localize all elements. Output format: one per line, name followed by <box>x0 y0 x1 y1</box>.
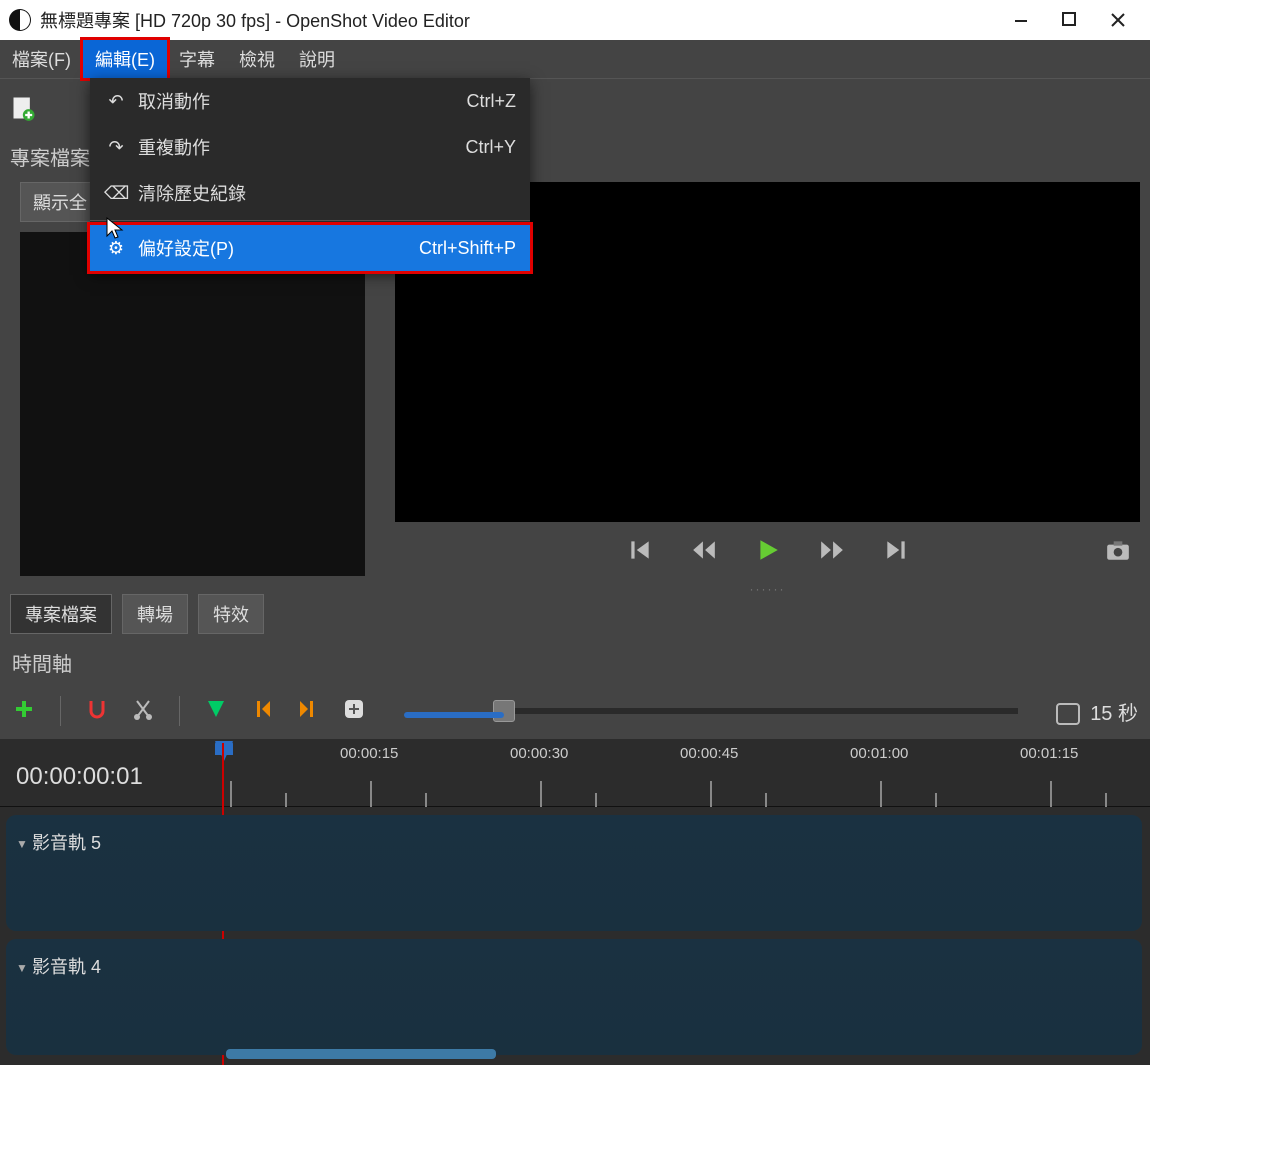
menu-edit[interactable]: 編輯(E) <box>83 40 167 78</box>
app-window: 無標題專案 [HD 720p 30 fps] - OpenShot Video … <box>0 0 1150 1050</box>
timeline-title: 時間軸 <box>0 642 1150 683</box>
menu-subtitles[interactable]: 字幕 <box>167 40 227 78</box>
window-title: 無標題專案 [HD 720p 30 fps] - OpenShot Video … <box>40 7 998 33</box>
ruler-label: 00:00:30 <box>510 745 568 762</box>
gear-icon: ⚙ <box>104 238 128 259</box>
menu-help[interactable]: 說明 <box>287 40 347 78</box>
menu-item-undo[interactable]: ↶ 取消動作 Ctrl+Z <box>90 78 530 124</box>
menu-item-clear-history[interactable]: ⌫ 清除歷史紀錄 <box>90 170 530 216</box>
center-playhead-button[interactable] <box>342 697 366 726</box>
mouse-cursor-icon <box>105 216 125 240</box>
play-button[interactable] <box>754 537 782 568</box>
razor-button[interactable] <box>131 697 155 726</box>
timeline[interactable]: 00:00:00:01 00:00:15 00:00:30 00:00:45 0… <box>0 739 1150 1065</box>
edit-dropdown-menu: ↶ 取消動作 Ctrl+Z ↷ 重複動作 Ctrl+Y ⌫ 清除歷史紀錄 ⚙ 偏… <box>90 78 530 271</box>
close-button[interactable] <box>1094 0 1142 40</box>
skip-end-button[interactable] <box>882 537 910 568</box>
menu-bar: 檔案(F) 編輯(E) 字幕 檢視 說明 <box>0 40 1150 78</box>
menu-item-redo[interactable]: ↷ 重複動作 Ctrl+Y <box>90 124 530 170</box>
fast-forward-button[interactable] <box>818 537 846 568</box>
panel-drag-handle[interactable]: ······ <box>385 582 1150 600</box>
new-project-icon[interactable] <box>10 94 38 122</box>
ruler-label: 00:00:45 <box>680 745 738 762</box>
tab-effects[interactable]: 特效 <box>198 594 264 634</box>
timeline-clip[interactable] <box>226 1049 496 1059</box>
tab-project-files[interactable]: 專案檔案 <box>10 594 112 634</box>
show-all-button[interactable]: 顯示全 <box>20 182 100 222</box>
chevron-down-icon[interactable]: ▼ <box>16 961 28 975</box>
ruler-label: 00:01:15 <box>1020 745 1078 762</box>
track-4[interactable]: ▼ 影音軌 4 <box>6 939 1142 1055</box>
clear-icon: ⌫ <box>104 183 128 204</box>
track-label: 影音軌 4 <box>32 953 101 979</box>
ruler-label: 00:00:15 <box>340 745 398 762</box>
rewind-button[interactable] <box>690 537 718 568</box>
add-track-button[interactable] <box>12 697 36 726</box>
playback-controls <box>385 522 1150 582</box>
track-5[interactable]: ▼ 影音軌 5 <box>6 815 1142 931</box>
redo-icon: ↷ <box>104 137 128 158</box>
skip-start-button[interactable] <box>626 537 654 568</box>
next-marker-button[interactable] <box>296 697 320 726</box>
track-label: 影音軌 5 <box>32 829 101 855</box>
timeline-ruler[interactable]: 00:00:00:01 00:00:15 00:00:30 00:00:45 0… <box>0 739 1150 807</box>
marker-button[interactable] <box>204 697 228 726</box>
prev-marker-button[interactable] <box>250 697 274 726</box>
playhead-time: 00:00:00:01 <box>16 763 143 791</box>
ruler-label: 00:01:00 <box>850 745 908 762</box>
title-bar: 無標題專案 [HD 720p 30 fps] - OpenShot Video … <box>0 0 1150 40</box>
menu-view[interactable]: 檢視 <box>227 40 287 78</box>
timeline-duration: 15 秒 <box>1056 697 1138 726</box>
maximize-button[interactable] <box>1046 0 1094 40</box>
snap-button[interactable] <box>85 697 109 726</box>
menu-file[interactable]: 檔案(F) <box>0 40 83 78</box>
zoom-slider[interactable] <box>398 700 1018 722</box>
timeline-toolbar: 15 秒 <box>0 683 1150 739</box>
project-files-panel[interactable] <box>20 232 365 576</box>
minimize-button[interactable] <box>998 0 1046 40</box>
undo-icon: ↶ <box>104 91 128 112</box>
snapshot-button[interactable] <box>1104 537 1132 568</box>
menu-item-preferences[interactable]: ⚙ 偏好設定(P) Ctrl+Shift+P <box>90 225 530 271</box>
tab-transitions[interactable]: 轉場 <box>122 594 188 634</box>
chevron-down-icon[interactable]: ▼ <box>16 837 28 851</box>
app-logo <box>8 8 32 32</box>
panel-tabs: 專案檔案 轉場 特效 <box>0 586 385 642</box>
